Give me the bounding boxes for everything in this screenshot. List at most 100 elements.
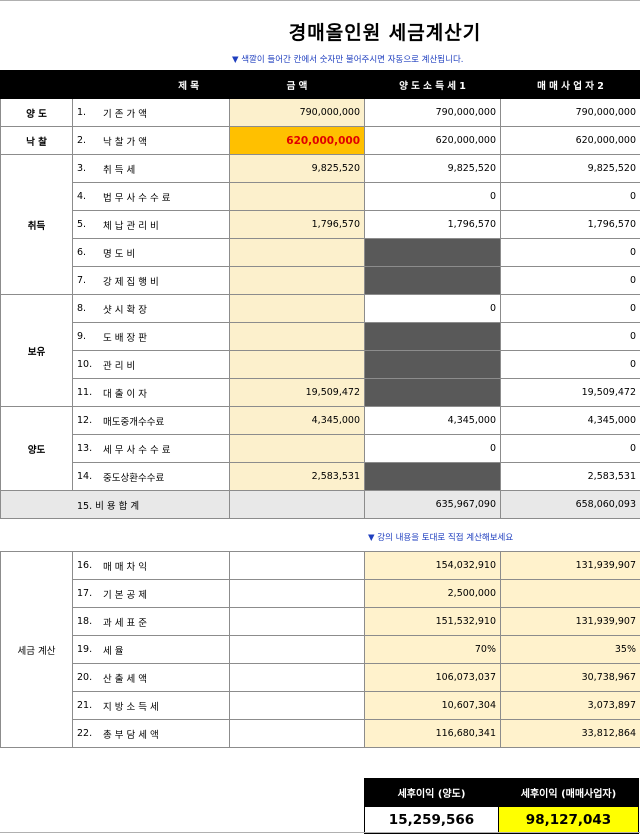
value-col1: 151,532,910 <box>365 608 501 636</box>
table-row: 세금 계산 16.매 매 차 익 154,032,910 131,939,907 <box>1 552 640 580</box>
value-col2: 2,583,531 <box>501 463 640 491</box>
group-transfer: 양 도 <box>1 99 73 127</box>
group-bid: 낙 찰 <box>1 127 73 155</box>
value-col2: 19,509,472 <box>501 379 640 407</box>
row-label: 8.샷 시 확 장 <box>73 295 230 323</box>
amount-input[interactable] <box>230 435 365 463</box>
value-col1: 9,825,520 <box>365 155 501 183</box>
value-col2: 131,939,907 <box>501 552 640 580</box>
table-row: 낙 찰 2.낙 찰 가 액 620,000,000 620,000,000 62… <box>1 127 640 155</box>
row-number: 22. <box>77 728 103 739</box>
amount-input[interactable] <box>230 239 365 267</box>
row-label: 20.산 출 세 액 <box>73 664 230 692</box>
table-row: 17.기 본 공 제 2,500,000 <box>1 580 640 608</box>
result-business: 98,127,043 <box>499 807 639 834</box>
row-number: 13. <box>77 443 103 454</box>
value-col2: 0 <box>501 351 640 379</box>
amount-input[interactable]: 9,825,520 <box>230 155 365 183</box>
amount-input[interactable] <box>230 183 365 211</box>
value-col1: 2,500,000 <box>365 580 501 608</box>
row-number: 12. <box>77 415 103 426</box>
value-col2: 4,345,000 <box>501 407 640 435</box>
amount-input[interactable]: 1,796,570 <box>230 211 365 239</box>
row-number: 1. <box>77 107 103 118</box>
value-col2: 30,738,967 <box>501 664 640 692</box>
row-number: 14. <box>77 471 103 482</box>
row-number: 18. <box>77 616 103 627</box>
value-col1: 620,000,000 <box>365 127 501 155</box>
amount-input[interactable] <box>230 323 365 351</box>
table-row: 11.대 출 이 자 19,509,472 19,509,472 <box>1 379 640 407</box>
row-title: 매도중개수수료 <box>103 414 225 428</box>
row-label: 12.매도중개수수료 <box>73 407 230 435</box>
tax-calc-table: 세금 계산 16.매 매 차 익 154,032,910 131,939,907… <box>0 551 640 748</box>
table-row: 9.도 배 장 판 0 <box>1 323 640 351</box>
row-title: 법 무 사 수 수 료 <box>103 190 225 204</box>
row-number: 4. <box>77 191 103 202</box>
row-number: 5. <box>77 219 103 230</box>
header-col1: 양 도 소 득 세 1 <box>365 71 501 99</box>
amount-input[interactable]: 4,345,000 <box>230 407 365 435</box>
row-title: 낙 찰 가 액 <box>103 134 225 148</box>
result-value-row: 15,259,566 98,127,043 <box>365 807 639 834</box>
sum-col1: 635,967,090 <box>365 491 501 519</box>
row-title: 과 세 표 준 <box>103 615 225 629</box>
value-col1: 790,000,000 <box>365 99 501 127</box>
row-label: 9.도 배 장 판 <box>73 323 230 351</box>
row-title: 세 율 <box>103 643 225 657</box>
result-header-row: 세후이익 (양도) 세후이익 (매매사업자) <box>365 779 639 807</box>
row-number: 2. <box>77 135 103 146</box>
amount-input[interactable]: 790,000,000 <box>230 99 365 127</box>
value-col1: 1,796,570 <box>365 211 501 239</box>
value-col1: 0 <box>365 183 501 211</box>
row-label: 10.관 리 비 <box>73 351 230 379</box>
disabled-cell <box>365 379 501 407</box>
table-row: 양 도 1.기 존 가 액 790,000,000 790,000,000 79… <box>1 99 640 127</box>
value-col2: 0 <box>501 239 640 267</box>
value-col2 <box>501 580 640 608</box>
disabled-cell <box>365 323 501 351</box>
row-label: 5.체 납 관 리 비 <box>73 211 230 239</box>
top-divider <box>0 0 640 1</box>
value-col2: 0 <box>501 295 640 323</box>
amount-input[interactable]: 620,000,000 <box>230 127 365 155</box>
row-title: 중도상환수수료 <box>103 470 225 484</box>
amount-input[interactable] <box>230 295 365 323</box>
row-label: 21.지 방 소 득 세 <box>73 692 230 720</box>
value-col2: 131,939,907 <box>501 608 640 636</box>
row-title: 총 부 담 세 액 <box>103 727 225 741</box>
amount-input[interactable] <box>230 267 365 295</box>
row-title: 명 도 비 <box>103 246 225 260</box>
row-number: 7. <box>77 275 103 286</box>
row-title: 샷 시 확 장 <box>103 302 225 316</box>
sum-label: 15. 비 용 합 계 <box>1 491 230 519</box>
row-label: 1.기 존 가 액 <box>73 99 230 127</box>
value-col1: 0 <box>365 295 501 323</box>
row-title: 기 존 가 액 <box>103 106 225 120</box>
table-header-row: 제 목 금 액 양 도 소 득 세 1 매 매 사 업 자 2 <box>1 71 640 99</box>
value-col1: 106,073,037 <box>365 664 501 692</box>
table-row: 13.세 무 사 수 수 료 0 0 <box>1 435 640 463</box>
disabled-cell <box>365 239 501 267</box>
disabled-cell <box>365 351 501 379</box>
row-number: 20. <box>77 672 103 683</box>
row-number: 17. <box>77 588 103 599</box>
row-title: 지 방 소 득 세 <box>103 699 225 713</box>
amount-input[interactable]: 19,509,472 <box>230 379 365 407</box>
table-row: 6.명 도 비 0 <box>1 239 640 267</box>
result-transfer: 15,259,566 <box>365 807 499 834</box>
value-col2: 9,825,520 <box>501 155 640 183</box>
row-title: 취 득 세 <box>103 162 225 176</box>
row-title: 도 배 장 판 <box>103 330 225 344</box>
value-col2: 0 <box>501 435 640 463</box>
row-label: 16.매 매 차 익 <box>73 552 230 580</box>
row-label: 7.강 제 집 행 비 <box>73 267 230 295</box>
value-col2: 33,812,864 <box>501 720 640 748</box>
amount-input[interactable]: 2,583,531 <box>230 463 365 491</box>
value-col1: 10,607,304 <box>365 692 501 720</box>
row-title: 체 납 관 리 비 <box>103 218 225 232</box>
value-col2: 0 <box>501 323 640 351</box>
amount-input[interactable] <box>230 351 365 379</box>
row-number: 21. <box>77 700 103 711</box>
row-label: 6.명 도 비 <box>73 239 230 267</box>
